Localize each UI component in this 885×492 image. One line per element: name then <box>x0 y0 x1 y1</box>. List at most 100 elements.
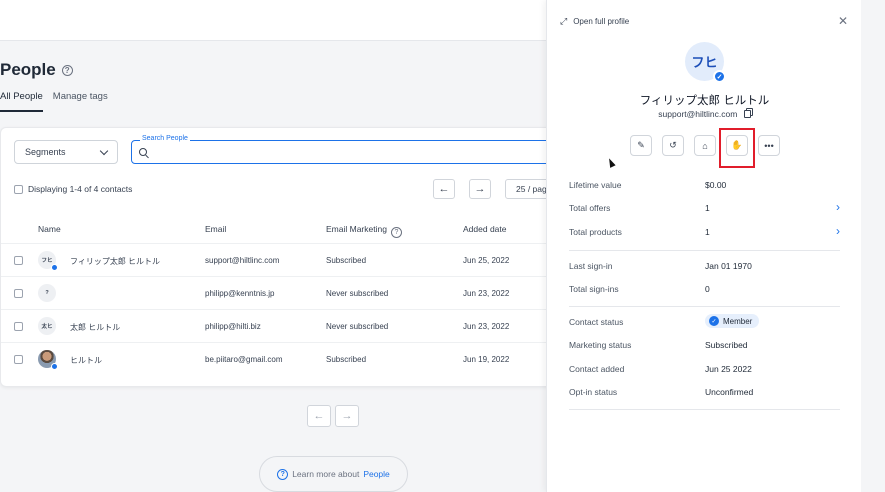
info-value: 1 <box>705 203 710 214</box>
pencil-icon: ✎ <box>637 140 645 150</box>
info-section-value: Lifetime value $0.00 Total offers 1 › To… <box>569 176 840 246</box>
search-icon <box>139 148 147 156</box>
contact-email-line: support@hiltlinc.com <box>547 109 862 119</box>
info-value: 1 <box>705 226 710 237</box>
info-row-contact-status: Contact status ✓ Member <box>569 313 840 336</box>
table-row[interactable]: フヒ フィリップ太郎 ヒルトル support@hiltlinc.com Sub… <box>1 243 561 276</box>
segments-label: Segments <box>25 147 66 157</box>
column-header-marketing-label: Email Marketing <box>326 224 387 234</box>
next-page-button[interactable]: → <box>469 179 491 199</box>
contact-email: philipp@kenntnis.jp <box>205 289 275 298</box>
info-label: Total sign-ins <box>569 284 619 295</box>
info-row-total-offers[interactable]: Total offers 1 › <box>569 199 840 222</box>
contact-email: be.piitaro@gmail.com <box>205 355 283 364</box>
info-section-status: Contact status ✓ Member Marketing status… <box>569 313 840 406</box>
expand-icon: ⤢ <box>560 16 568 26</box>
highlight-box <box>719 128 755 168</box>
table-row[interactable]: ヒルトル be.piitaro@gmail.com Subscribed Jun… <box>1 342 561 375</box>
tab-manage-tags[interactable]: Manage tags <box>53 91 108 112</box>
arrow-left-icon: ← <box>438 183 450 195</box>
tag-icon: ⌂ <box>702 140 708 151</box>
avatar: フヒ ✓ <box>685 42 726 83</box>
avatar-initials: ? <box>45 290 49 296</box>
info-value: Unconfirmed <box>705 386 754 397</box>
prev-page-button[interactable]: ← <box>307 405 331 427</box>
contact-name: フィリップ太郎 ヒルトル <box>639 95 770 107</box>
help-icon: ? <box>277 468 289 480</box>
info-value: 0 <box>705 284 710 295</box>
select-all-checkbox[interactable] <box>14 184 23 194</box>
learn-more-text: Learn more about <box>292 469 360 479</box>
search-people[interactable]: Search People <box>131 135 571 164</box>
info-row-total-products[interactable]: Total products 1 › <box>569 223 840 246</box>
tag-button[interactable]: ⌂ <box>694 135 716 156</box>
chevron-right-icon[interactable]: › <box>836 200 840 214</box>
contact-side-panel: ⤢ Open full profile ✕ フヒ ✓ フィリップ太郎 ヒルトル … <box>546 0 861 492</box>
info-value: Jan 01 1970 <box>705 261 752 271</box>
row-checkbox[interactable] <box>14 355 23 364</box>
tabs: All People Manage tags <box>0 91 108 112</box>
table-row[interactable]: ? philipp@kenntnis.jp Never subscribed J… <box>1 276 561 309</box>
contact-email: support@hiltlinc.com <box>205 256 280 265</box>
info-row-total-sign-ins: Total sign-ins 0 <box>569 280 840 303</box>
divider <box>569 306 840 307</box>
learn-more-link[interactable]: People <box>363 469 389 479</box>
open-full-profile-label: Open full profile <box>573 17 630 26</box>
contact-marketing-status: Never subscribed <box>326 289 389 298</box>
help-icon[interactable]: ? <box>61 64 73 76</box>
chevron-right-icon[interactable]: › <box>836 224 840 238</box>
help-icon[interactable]: ? <box>390 227 402 238</box>
refund-button[interactable]: ↺ <box>662 135 684 156</box>
prev-page-button[interactable]: ← <box>433 179 455 199</box>
info-label: Contact status <box>569 317 624 327</box>
verified-badge-icon <box>51 264 58 271</box>
next-page-button[interactable]: → <box>335 405 359 427</box>
info-row-last-sign-in: Last sign-in Jan 01 1970 <box>569 257 840 280</box>
contact-name[interactable]: 太郎 ヒルトル <box>70 322 120 333</box>
copy-icon[interactable] <box>743 110 751 118</box>
page-title: People ? <box>0 60 73 80</box>
search-input[interactable] <box>152 144 552 160</box>
column-header-added-date[interactable]: Added date <box>463 224 506 234</box>
avatar-initials: 太ヒ <box>41 324 53 330</box>
info-row-marketing-status: Marketing status Subscribed <box>569 336 840 359</box>
displaying-text: Displaying 1-4 of 4 contacts <box>28 184 133 194</box>
info-value: Jun 25 2022 <box>705 363 752 374</box>
search-label: Search People <box>140 135 190 142</box>
row-checkbox[interactable] <box>14 256 23 265</box>
contact-name[interactable]: フィリップ太郎 ヒルトル <box>70 256 160 267</box>
contact-marketing-status: Subscribed <box>326 256 367 265</box>
info-label: Total offers <box>569 203 611 214</box>
row-checkbox[interactable] <box>14 289 23 298</box>
status-badge: ✓ Member <box>705 314 760 328</box>
learn-more-banner: ? Learn more about People <box>259 456 408 492</box>
close-icon[interactable]: ✕ <box>838 14 848 28</box>
segments-dropdown[interactable]: Segments <box>14 140 118 164</box>
edit-button[interactable]: ✎ <box>630 135 652 156</box>
more-actions-button[interactable]: ••• <box>758 135 780 156</box>
tab-all-people[interactable]: All People <box>0 91 43 112</box>
column-header-marketing[interactable]: Email Marketing? <box>326 224 402 238</box>
background-edge <box>861 0 885 492</box>
contact-name[interactable]: ヒルトル <box>70 355 102 366</box>
more-horizontal-icon: ••• <box>764 140 774 151</box>
avatar: ? <box>38 284 56 302</box>
info-row-opt-in-status: Opt-in status Unconfirmed <box>569 383 840 406</box>
column-header-email[interactable]: Email <box>205 224 226 234</box>
contact-added-date: Jun 23, 2022 <box>463 322 510 331</box>
info-section-signin: Last sign-in Jan 01 1970 Total sign-ins … <box>569 257 840 304</box>
action-bar: ✎ ↺ ⌂ ✋ ••• <box>630 135 780 156</box>
table-row[interactable]: 太ヒ 太郎 ヒルトル philipp@hilti.biz Never subsc… <box>1 309 561 342</box>
info-label: Last sign-in <box>569 261 613 271</box>
avatar: 太ヒ <box>38 317 56 335</box>
row-checkbox[interactable] <box>14 322 23 331</box>
refresh-dollar-icon: ↺ <box>669 140 677 150</box>
page-title-text: People <box>0 60 56 79</box>
chevron-down-icon <box>99 146 109 155</box>
info-label: Total products <box>569 226 622 237</box>
column-header-name[interactable]: Name <box>38 224 61 234</box>
open-full-profile-link[interactable]: ⤢ Open full profile <box>560 16 629 27</box>
contact-added-date: Jun 25, 2022 <box>463 256 510 265</box>
contact-marketing-status: Never subscribed <box>326 322 389 331</box>
mouse-cursor-icon <box>606 157 616 168</box>
